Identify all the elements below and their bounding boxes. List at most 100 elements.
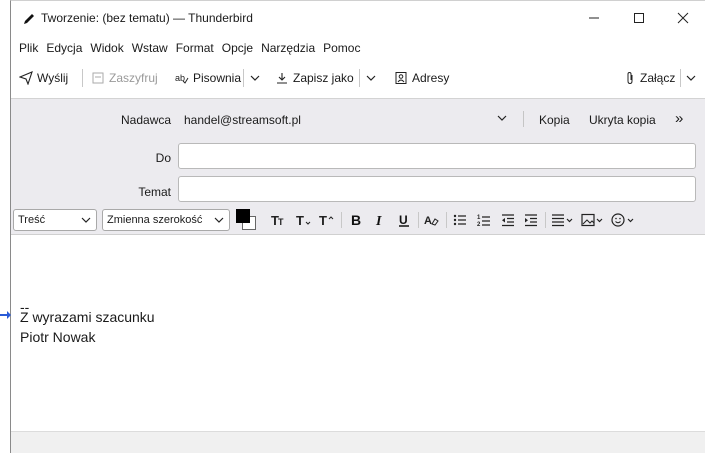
- menu-plik[interactable]: Plik: [19, 41, 38, 55]
- underline-button[interactable]: U: [394, 210, 414, 230]
- chevron-down-icon: [214, 217, 224, 223]
- color-picker[interactable]: [235, 208, 265, 232]
- address-book-icon: [395, 72, 407, 84]
- attach-button[interactable]: Załącz: [624, 68, 675, 88]
- pointer-marker: [0, 311, 11, 319]
- from-label: Nadawca: [121, 113, 172, 127]
- close-button[interactable]: [660, 1, 705, 35]
- align-left-icon: [552, 214, 573, 227]
- text-smaller-icon: T: [296, 213, 311, 227]
- underline-icon: U: [399, 213, 409, 227]
- maximize-button[interactable]: [616, 1, 662, 35]
- menu-edycja[interactable]: Edycja: [46, 41, 82, 55]
- numbered-list-icon: 12: [477, 215, 490, 227]
- increase-size-button[interactable]: T: [317, 210, 337, 230]
- format-toolbar: Treść Zmienna szerokość TT T T B I U A 1…: [11, 204, 705, 234]
- paperclip-icon: [627, 71, 633, 85]
- spelling-label: Pisownia: [193, 71, 242, 85]
- menu-format[interactable]: Format: [176, 41, 214, 55]
- send-label: Wyślij: [37, 71, 69, 85]
- outdent-icon: [502, 214, 514, 227]
- insert-menu-button[interactable]: [579, 210, 607, 230]
- encrypt-button[interactable]: Zaszyfruj: [91, 68, 158, 88]
- svg-text:B: B: [351, 213, 361, 227]
- align-menu-button[interactable]: [549, 210, 577, 230]
- svg-text:I: I: [375, 214, 382, 227]
- spelling-button[interactable]: ab Pisownia: [175, 68, 241, 88]
- reduce-size-button[interactable]: T: [294, 210, 314, 230]
- chevron-down-icon: [250, 75, 260, 81]
- spellcheck-icon: ab: [175, 73, 189, 84]
- emoji-menu-button[interactable]: [609, 210, 639, 230]
- bulleted-list-button[interactable]: [450, 210, 470, 230]
- chevron-down-icon: [81, 217, 91, 223]
- menu-widok[interactable]: Widok: [90, 41, 123, 55]
- more-headers-button[interactable]: »: [675, 110, 683, 127]
- clear-formatting-button[interactable]: A: [422, 210, 442, 230]
- title-bar: Tworzenie: (bez tematu) — Thunderbird: [11, 1, 705, 35]
- chevron-down-icon: [497, 115, 507, 121]
- minimize-icon: [589, 17, 599, 19]
- svg-text:T: T: [296, 213, 304, 227]
- outdent-button[interactable]: [498, 210, 518, 230]
- text-larger-icon: T: [319, 213, 334, 227]
- italic-button[interactable]: I: [370, 210, 390, 230]
- status-bar: [11, 431, 705, 453]
- compose-window: Tworzenie: (bez tematu) — Thunderbird Pl…: [10, 0, 705, 453]
- to-field[interactable]: [178, 143, 696, 169]
- from-value[interactable]: handel@streamsoft.pl: [184, 113, 301, 127]
- svg-text:A: A: [424, 215, 432, 227]
- to-label: Do: [155, 151, 171, 165]
- smaller-text-button[interactable]: TT: [269, 210, 289, 230]
- indent-button[interactable]: [521, 210, 541, 230]
- svg-text:T: T: [319, 213, 327, 227]
- paragraph-style-select[interactable]: Treść: [13, 209, 97, 231]
- save-dropdown-button[interactable]: [365, 68, 381, 88]
- send-button[interactable]: Wyślij: [19, 68, 68, 88]
- menu-narzedzia[interactable]: Narzędzia: [261, 41, 315, 55]
- chevron-down-icon: [366, 75, 376, 81]
- chevron-down-icon: [686, 75, 696, 81]
- menu-wstaw[interactable]: Wstaw: [132, 41, 168, 55]
- toolbar-divider: [359, 69, 360, 87]
- bcc-button[interactable]: Ukryta kopia: [589, 113, 656, 127]
- bullet-list-icon: [453, 214, 466, 226]
- format-divider: [446, 212, 447, 228]
- download-icon: [277, 73, 287, 84]
- minimize-button[interactable]: [571, 1, 617, 35]
- pen-icon: [24, 14, 34, 24]
- svg-text:1: 1: [477, 215, 481, 221]
- svg-text:T: T: [278, 217, 284, 227]
- cc-button[interactable]: Kopia: [539, 113, 570, 127]
- numbered-list-button[interactable]: 12: [474, 210, 494, 230]
- address-book-label: Adresy: [412, 71, 450, 85]
- menu-opcje[interactable]: Opcje: [222, 41, 253, 55]
- font-family-select[interactable]: Zmienna szerokość: [102, 209, 230, 231]
- svg-text:2: 2: [477, 222, 481, 227]
- header-divider: [523, 111, 524, 127]
- subject-field[interactable]: [178, 176, 696, 202]
- attach-dropdown-button[interactable]: [685, 68, 701, 88]
- address-book-button[interactable]: Adresy: [394, 68, 449, 88]
- indent-icon: [525, 214, 537, 227]
- menu-pomoc[interactable]: Pomoc: [323, 41, 360, 55]
- close-icon: [677, 12, 689, 24]
- signature-line-2: Piotr Nowak: [20, 329, 96, 345]
- window-title: Tworzenie: (bez tematu) — Thunderbird: [41, 11, 253, 25]
- format-divider: [341, 212, 342, 228]
- message-body-editor[interactable]: -- Z wyrazami szacunku Piotr Nowak: [11, 235, 705, 431]
- attach-label: Załącz: [640, 71, 676, 85]
- menu-bar: Plik Edycja Widok Wstaw Format Opcje Nar…: [11, 37, 368, 59]
- spelling-dropdown-button[interactable]: [249, 68, 265, 88]
- toolbar-divider: [243, 69, 244, 87]
- toolbar-divider: [82, 69, 83, 87]
- text-color-swatch[interactable]: [236, 209, 250, 223]
- eraser-icon: A: [424, 215, 439, 227]
- maximize-icon: [634, 13, 644, 23]
- bold-button[interactable]: B: [346, 210, 366, 230]
- from-dropdown[interactable]: [496, 112, 508, 127]
- bold-icon: B: [351, 213, 361, 227]
- svg-text:U: U: [399, 213, 408, 227]
- save-as-button[interactable]: Zapisz jako: [275, 68, 354, 88]
- encrypt-label: Zaszyfruj: [109, 71, 158, 85]
